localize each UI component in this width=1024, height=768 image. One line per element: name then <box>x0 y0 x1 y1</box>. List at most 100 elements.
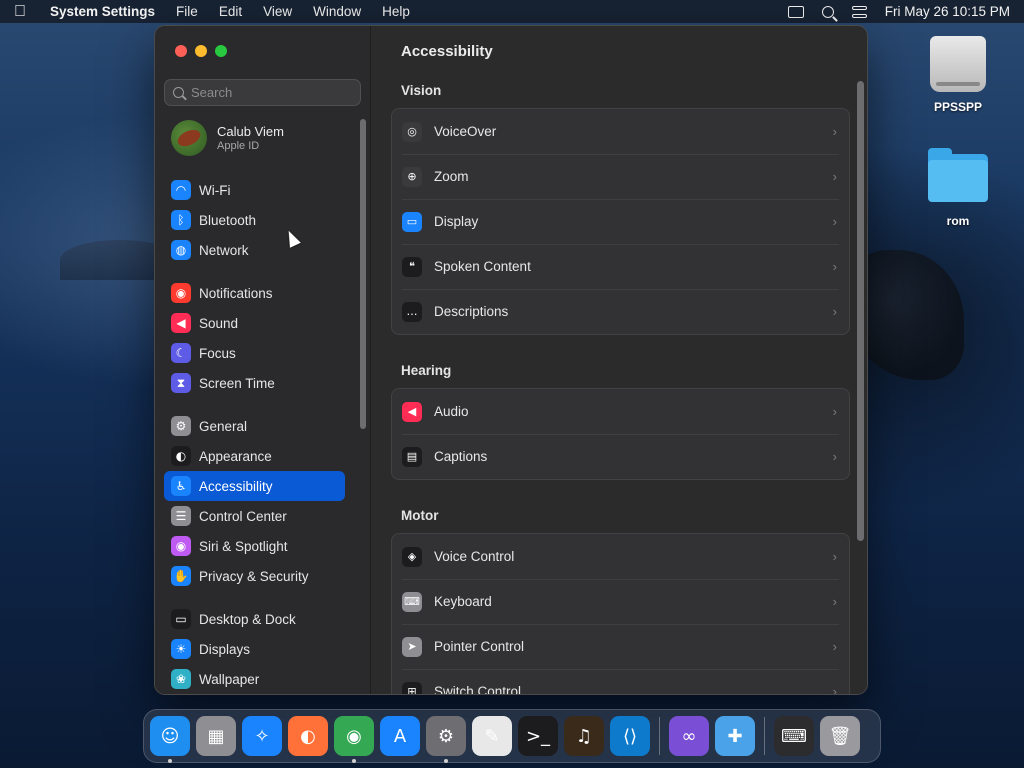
control-center-icon: ☰ <box>171 506 191 526</box>
hand-icon: ✋ <box>171 566 191 586</box>
moon-icon: ☾ <box>171 343 191 363</box>
row-label: Pointer Control <box>434 639 525 654</box>
sidebar-item-screen-time[interactable]: ⧗ Screen Time <box>164 368 345 398</box>
row-display[interactable]: ▭ Display › <box>392 199 849 244</box>
row-descriptions[interactable]: … Descriptions › <box>392 289 849 334</box>
appearance-icon: ◐ <box>171 446 191 466</box>
sidebar-item-notifications[interactable]: ◉ Notifications <box>164 278 345 308</box>
dock-glyph: ✧ <box>254 725 270 747</box>
dock-glyph: ✎ <box>484 725 500 747</box>
sidebar-item-label: Desktop & Dock <box>199 611 296 627</box>
dock-glyph: ◉ <box>346 725 362 747</box>
row-captions[interactable]: ▤ Captions › <box>392 434 849 479</box>
sidebar-item-accessibility[interactable]: ♿ Accessibility <box>164 471 345 501</box>
system-settings-icon[interactable]: ⚙ <box>426 716 466 763</box>
stage-manager-icon[interactable] <box>787 5 804 18</box>
chrome-icon[interactable]: ◉ <box>334 716 374 763</box>
vscode-icon[interactable]: ⟨⟩ <box>610 716 650 756</box>
zoom-button[interactable] <box>215 45 227 57</box>
control-center-icon[interactable] <box>851 5 867 18</box>
drive-icon <box>930 36 986 92</box>
row-spoken-content[interactable]: ❝ Spoken Content › <box>392 244 849 289</box>
sidebar-scrollbar[interactable] <box>360 119 366 429</box>
running-indicator <box>352 759 356 763</box>
row-zoom[interactable]: ⊕ Zoom › <box>392 154 849 199</box>
sidebar: Calub Viem Apple ID ◠ Wi-Fi ᛒ Bluetooth ◍ Net… <box>155 26 371 694</box>
sidebar-item-label: Privacy & Security <box>199 568 309 584</box>
sidebar-item-wallpaper[interactable]: ❀ Wallpaper <box>164 664 345 694</box>
menu-edit[interactable]: Edit <box>219 4 242 19</box>
sidebar-item-label: Screen Time <box>199 375 275 391</box>
detail-pane: Accessibility Vision ◎ VoiceOver › ⊕ Zoom › ▭ Di… <box>371 26 867 694</box>
sidebar-item-label: Wi-Fi <box>199 182 231 198</box>
safari-icon[interactable]: ✧ <box>242 716 282 756</box>
sidebar-item-privacy-security[interactable]: ✋ Privacy & Security <box>164 561 345 591</box>
dock-glyph: 🗑 <box>828 725 852 747</box>
spotlight-search-icon[interactable] <box>821 5 834 18</box>
dock-glyph: ⌨ <box>781 725 807 747</box>
app-store-icon[interactable]: A <box>380 716 420 756</box>
menu-clock[interactable]: Fri May 26 10:15 PM <box>885 4 1010 19</box>
sidebar-item-label: Notifications <box>199 285 273 301</box>
close-button[interactable] <box>175 45 187 57</box>
sidebar-item-bluetooth[interactable]: ᛒ Bluetooth <box>164 205 345 235</box>
search-input[interactable] <box>191 85 351 100</box>
firefox-icon[interactable]: ◐ <box>288 716 328 756</box>
dock-glyph: ☺ <box>160 725 180 747</box>
row-voiceover[interactable]: ◎ VoiceOver › <box>392 109 849 154</box>
running-indicator <box>168 759 172 763</box>
menu-file[interactable]: File <box>176 4 198 19</box>
sidebar-group: ⚙ General ◐ Appearance ♿ Accessibility ☰ Contro… <box>164 411 345 591</box>
sidebar-item-control-center[interactable]: ☰ Control Center <box>164 501 345 531</box>
menu-window[interactable]: Window <box>313 4 361 19</box>
sidebar-item-displays[interactable]: ☀ Displays <box>164 634 345 664</box>
garageband-icon[interactable]: ♫ <box>564 716 604 756</box>
desktop-item-ppsspp[interactable]: PPSSPP <box>918 36 998 114</box>
app-menu[interactable]: System Settings <box>50 4 155 19</box>
launchpad-icon[interactable]: ▦ <box>196 716 236 756</box>
row-label: Switch Control <box>434 684 522 694</box>
desktop-item-label: PPSSPP <box>933 100 983 114</box>
desktop-item-rom[interactable]: rom <box>918 148 998 228</box>
apple-menu-icon[interactable]:  <box>14 3 30 21</box>
avatar <box>171 120 207 156</box>
audio-icon: ◀ <box>402 401 422 422</box>
sidebar-item-siri-spotlight[interactable]: ◉ Siri & Spotlight <box>164 531 345 561</box>
sidebar-item-desktop-dock[interactable]: ▭ Desktop & Dock <box>164 604 345 634</box>
row-keyboard[interactable]: ⌨ Keyboard › <box>392 579 849 624</box>
menu-help[interactable]: Help <box>382 4 410 19</box>
section-title: Hearing <box>401 363 452 378</box>
ppsspp-icon[interactable]: ✚ <box>715 716 755 756</box>
captions-icon: ▤ <box>402 446 422 467</box>
dock-glyph: ⟨⟩ <box>622 725 638 747</box>
menu-view[interactable]: View <box>263 4 292 19</box>
row-pointer-control[interactable]: ➤ Pointer Control › <box>392 624 849 669</box>
row-label: Display <box>434 214 479 229</box>
finder-icon[interactable]: ☺ <box>150 716 190 763</box>
bluetooth-icon: ᛒ <box>171 210 191 230</box>
trash-icon[interactable]: 🗑 <box>820 716 860 756</box>
search-field[interactable] <box>164 79 361 106</box>
row-switch-control[interactable]: ⊞ Switch Control › <box>392 669 849 694</box>
textedit-icon[interactable]: ✎ <box>472 716 512 756</box>
sidebar-item-general[interactable]: ⚙ General <box>164 411 345 441</box>
row-label: Descriptions <box>434 304 509 319</box>
settings-group: ◎ VoiceOver › ⊕ Zoom › ▭ Display › ❝ Spoken Conten… <box>391 108 850 335</box>
gear-icon: ⚙ <box>171 416 191 436</box>
minimize-button[interactable] <box>195 45 207 57</box>
sidebar-item-sound[interactable]: ◀ Sound <box>164 308 345 338</box>
sidebar-item-wi-fi[interactable]: ◠ Wi-Fi <box>164 175 345 205</box>
visual-studio-icon[interactable]: ∞ <box>669 716 709 756</box>
apple-id-profile[interactable]: Calub Viem Apple ID <box>171 120 284 156</box>
content-scrollbar[interactable] <box>857 81 864 541</box>
row-audio[interactable]: ◀ Audio › <box>392 389 849 434</box>
profile-subtitle: Apple ID <box>217 140 260 152</box>
terminal-icon[interactable]: >_ <box>518 716 558 756</box>
row-label: VoiceOver <box>434 124 497 139</box>
sidebar-item-appearance[interactable]: ◐ Appearance <box>164 441 345 471</box>
sidebar-item-network[interactable]: ◍ Network <box>164 235 345 265</box>
row-voice-control[interactable]: ◈ Voice Control › <box>392 534 849 579</box>
row-label: Voice Control <box>434 549 515 564</box>
keyboard-viewer-icon[interactable]: ⌨ <box>774 716 814 756</box>
sidebar-item-focus[interactable]: ☾ Focus <box>164 338 345 368</box>
